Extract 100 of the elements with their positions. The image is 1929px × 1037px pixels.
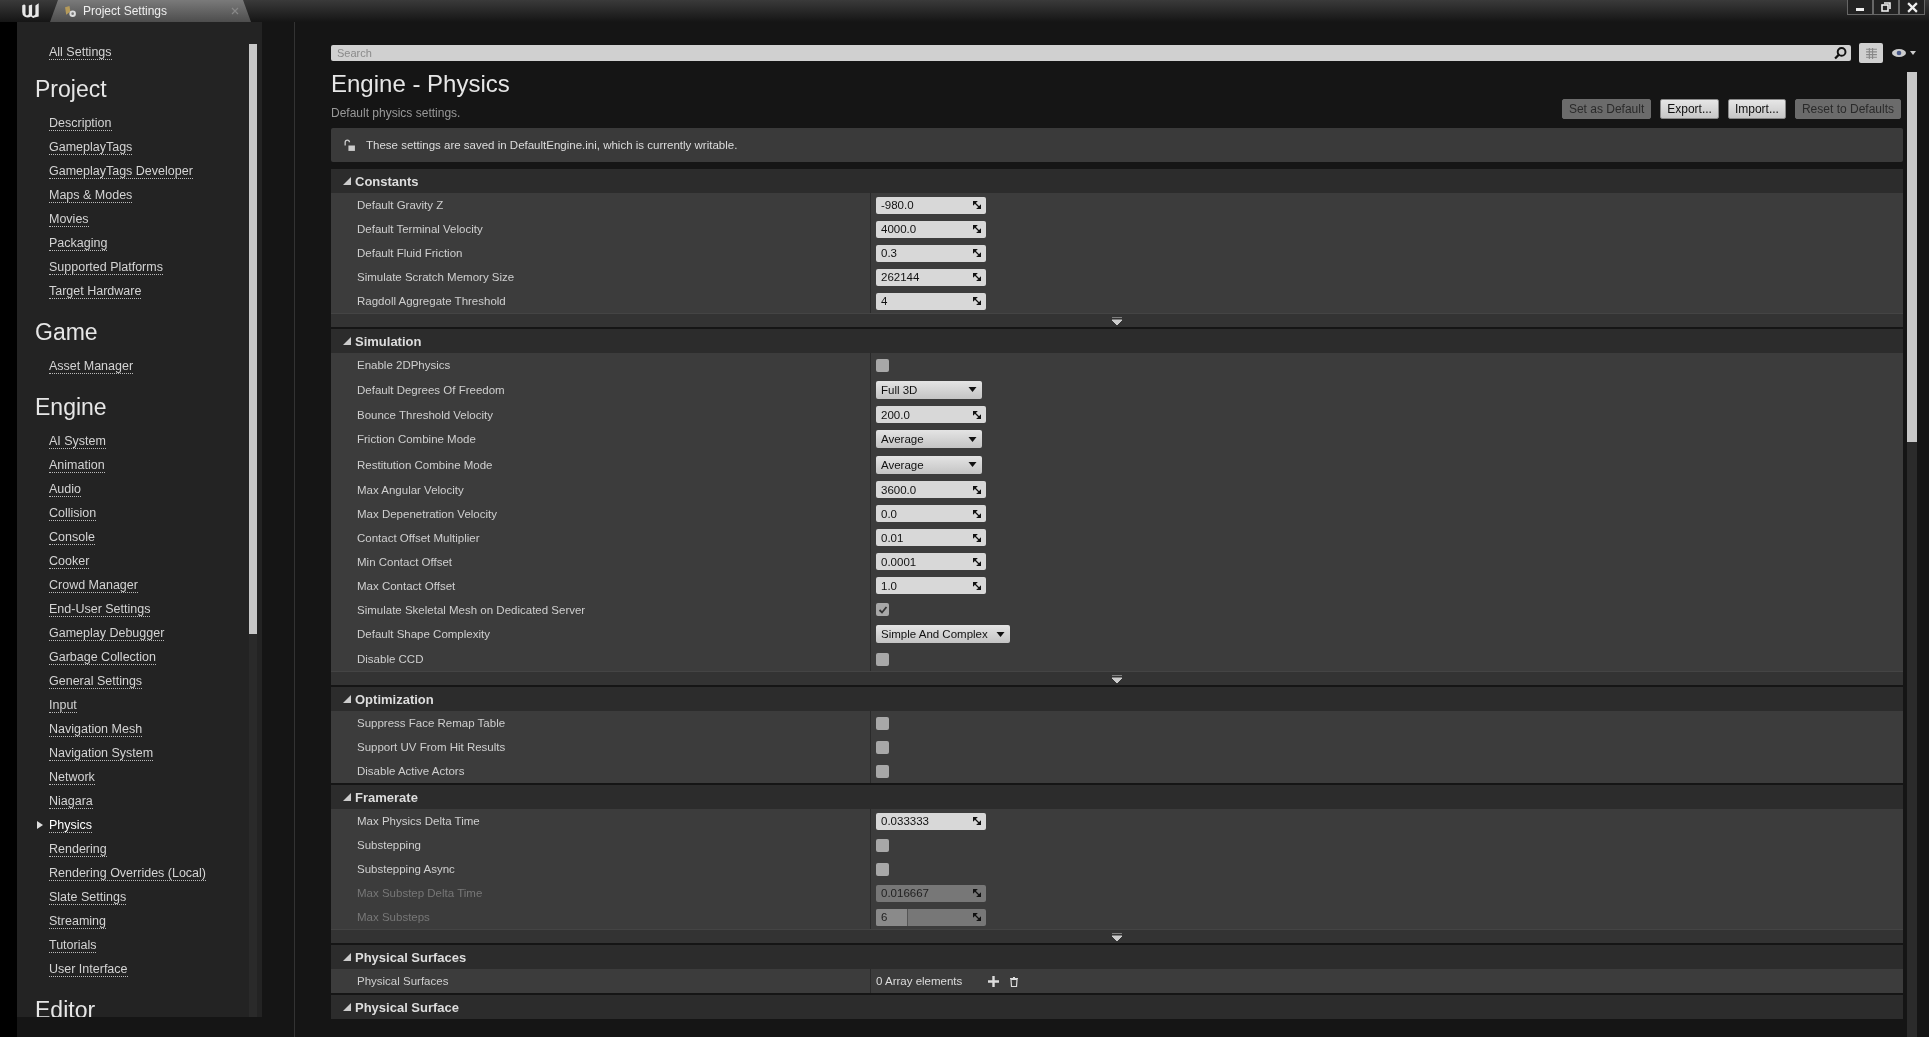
number-field[interactable]: 4	[876, 292, 986, 310]
sidebar-link[interactable]: All Settings	[49, 45, 112, 60]
sidebar-link[interactable]: Niagara	[49, 793, 93, 809]
checkbox[interactable]	[876, 652, 889, 666]
restore-icon	[1881, 2, 1891, 12]
property-label: Max Angular Velocity	[331, 477, 871, 502]
sidebar-link[interactable]: Asset Manager	[49, 358, 134, 374]
checkbox[interactable]	[876, 764, 889, 778]
property-label: Simulate Skeletal Mesh on Dedicated Server	[331, 597, 871, 622]
sidebar-link[interactable]: General Settings	[49, 673, 143, 689]
sidebar-link[interactable]: GameplayTags Developer	[49, 163, 193, 179]
section-header[interactable]: Constants	[331, 169, 1903, 193]
close-button[interactable]	[1899, 0, 1925, 15]
sidebar-link[interactable]: Input	[49, 697, 77, 713]
number-field[interactable]: 1.0	[876, 577, 986, 594]
sidebar-link[interactable]: End-User Settings	[49, 601, 151, 617]
sidebar-link[interactable]: Audio	[49, 481, 81, 497]
logo-icon	[20, 2, 42, 20]
advanced-toggle[interactable]	[331, 313, 1903, 327]
sidebar-link[interactable]: Movies	[49, 211, 89, 227]
sidebar-link[interactable]: Supported Platforms	[49, 259, 163, 275]
checkbox[interactable]	[876, 838, 889, 852]
sidebar-link[interactable]: Network	[49, 769, 95, 785]
sidebar-link[interactable]: Console	[49, 529, 95, 545]
action-button[interactable]: Import...	[1727, 99, 1786, 119]
dropdown[interactable]: Average	[876, 455, 982, 474]
section-header[interactable]: Physical Surfaces	[331, 945, 1903, 969]
restore-button[interactable]	[1873, 0, 1899, 15]
sidebar-link[interactable]: Slate Settings	[49, 889, 127, 905]
number-field[interactable]: 0.033333	[876, 812, 986, 830]
checkbox[interactable]	[876, 358, 889, 372]
number-field[interactable]: 0.0001	[876, 553, 986, 570]
array-count: 0 Array elements	[876, 975, 963, 987]
expand-triangle-icon	[343, 793, 351, 801]
sidebar-link[interactable]: User Interface	[49, 961, 128, 977]
dropdown[interactable]: Average	[876, 430, 982, 449]
scrollbar-thumb[interactable]	[249, 44, 257, 634]
search-field[interactable]: Search	[331, 45, 1832, 61]
category-heading: Engine	[35, 394, 108, 421]
sidebar-link[interactable]: Streaming	[49, 913, 106, 929]
drag-arrows-icon	[973, 533, 981, 542]
dropdown[interactable]: Full 3D	[876, 380, 982, 399]
sidebar-link[interactable]: Cooker	[49, 553, 90, 569]
sidebar-link[interactable]: Garbage Collection	[49, 649, 156, 665]
property-label: Physical Surfaces	[331, 969, 871, 993]
chevron-down-icon	[1112, 674, 1122, 683]
drag-arrows-icon	[973, 817, 981, 825]
property-label: Contact Offset Multiplier	[331, 525, 871, 550]
category-heading: Project	[35, 76, 108, 103]
checkbox[interactable]	[876, 740, 889, 754]
section-header[interactable]: Simulation	[331, 329, 1903, 353]
sidebar-link[interactable]: GameplayTags	[49, 139, 133, 155]
notice-text: These settings are saved in DefaultEngine.ini, which is currently writable.	[366, 139, 738, 151]
sidebar-link[interactable]: Collision	[49, 505, 97, 521]
trash-icon[interactable]	[1009, 975, 1020, 987]
scrollbar-thumb[interactable]	[1907, 72, 1917, 442]
sidebar-link[interactable]: Navigation Mesh	[49, 721, 143, 737]
property-label: Disable Active Actors	[331, 759, 871, 783]
dropdown[interactable]: Simple And Complex	[876, 625, 1010, 644]
sidebar-link[interactable]: Description	[49, 115, 112, 131]
sidebar-link[interactable]: Maps & Modes	[49, 187, 133, 203]
checkbox[interactable]	[876, 603, 889, 616]
sidebar-link[interactable]: Gameplay Debugger	[49, 625, 165, 641]
checkbox[interactable]	[876, 716, 889, 730]
sidebar-link[interactable]: Animation	[49, 457, 105, 473]
number-field[interactable]: -980.0	[876, 196, 986, 214]
sidebar-link[interactable]: Rendering	[49, 841, 107, 857]
sidebar-link[interactable]: Packaging	[49, 235, 108, 251]
sidebar-link[interactable]: Crowd Manager	[49, 577, 138, 593]
section-header[interactable]: Optimization	[331, 687, 1903, 711]
eye-icon[interactable]	[1891, 48, 1917, 58]
sidebar-link[interactable]: Physics	[49, 817, 93, 833]
sidebar-link[interactable]: Tutorials	[49, 937, 97, 953]
section-header[interactable]: Physical Surface	[331, 995, 1903, 1019]
plus-icon[interactable]	[988, 975, 1000, 987]
number-field[interactable]: 4000.0	[876, 220, 986, 238]
number-field[interactable]: 0.01	[876, 529, 986, 546]
property-label: Min Contact Offset	[331, 549, 871, 574]
action-button[interactable]: Export...	[1660, 99, 1719, 119]
window-tab[interactable]: Project Settings	[50, 0, 251, 22]
number-field[interactable]: 3600.0	[876, 481, 986, 498]
scrollbar[interactable]	[1907, 72, 1917, 1037]
number-field[interactable]: 200.0	[876, 406, 986, 423]
sidebar-link[interactable]: AI System	[49, 433, 106, 449]
section-header[interactable]: Framerate	[331, 785, 1903, 809]
advanced-toggle[interactable]	[331, 929, 1903, 943]
expand-triangle-icon	[343, 695, 351, 703]
sidebar-link[interactable]: Target Hardware	[49, 283, 142, 299]
sidebar-link[interactable]: Rendering Overrides (Local)	[49, 865, 206, 881]
chevron-down-icon	[1112, 316, 1122, 325]
minimize-button[interactable]	[1847, 0, 1873, 15]
checkbox[interactable]	[876, 862, 889, 876]
number-field[interactable]: 0.0	[876, 505, 986, 522]
number-field[interactable]: 0.3	[876, 244, 986, 262]
sidebar-link[interactable]: Navigation System	[49, 745, 154, 761]
search-icon[interactable]	[1832, 45, 1851, 61]
chevron-down-icon	[1112, 932, 1122, 941]
advanced-toggle[interactable]	[331, 671, 1903, 685]
number-field[interactable]: 262144	[876, 268, 986, 286]
scrollbar[interactable]	[249, 44, 257, 1017]
